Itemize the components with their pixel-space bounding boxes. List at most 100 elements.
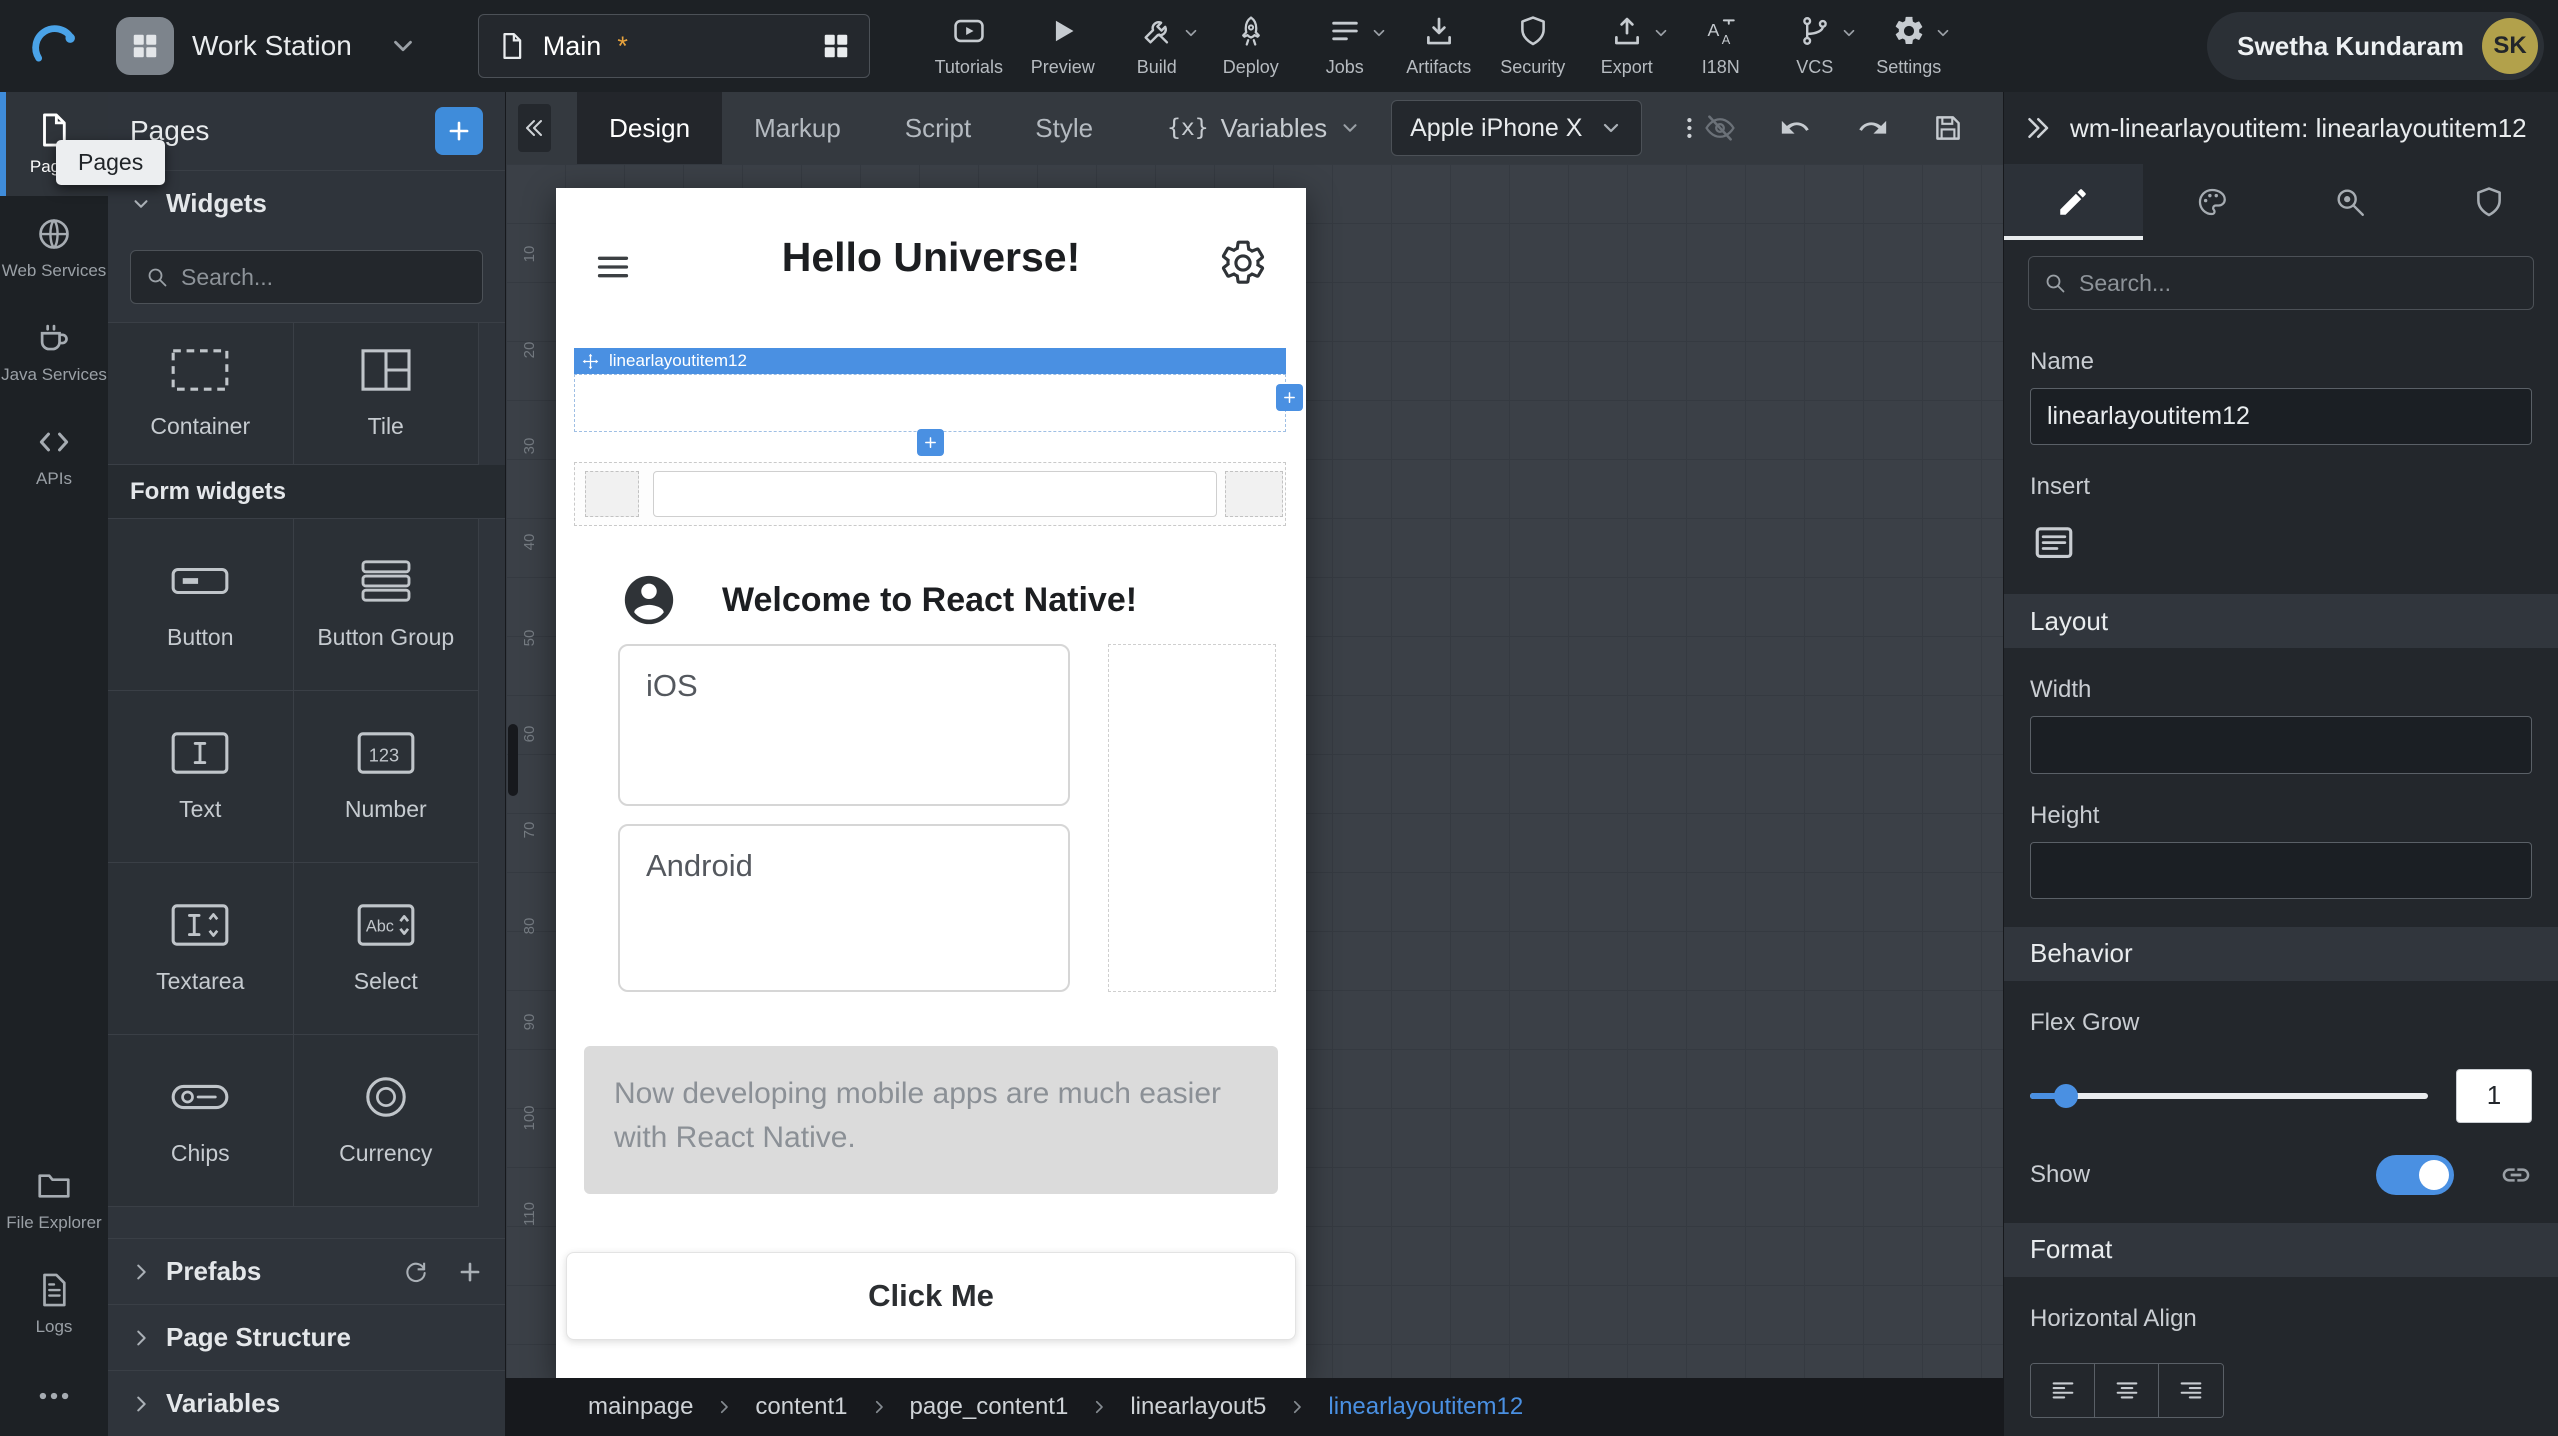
action-export[interactable]: Export <box>1580 0 1674 92</box>
more-menu-icon[interactable] <box>1676 111 1703 145</box>
project-switcher[interactable]: Work Station <box>108 17 444 75</box>
add-page-button[interactable] <box>435 107 483 155</box>
widget-tile[interactable]: Tile <box>294 323 480 465</box>
flex-grow-value[interactable]: 1 <box>2456 1069 2532 1123</box>
tab-properties[interactable] <box>2004 164 2143 240</box>
action-jobs[interactable]: Jobs <box>1298 0 1392 92</box>
action-deploy[interactable]: Deploy <box>1204 0 1298 92</box>
page-structure-accordion[interactable]: Page Structure <box>108 1304 505 1370</box>
action-label: Settings <box>1876 57 1941 78</box>
device-select[interactable]: Apple iPhone X <box>1391 100 1642 156</box>
widget-currency[interactable]: Currency <box>294 1035 480 1207</box>
app-logo[interactable] <box>0 19 108 73</box>
plus-icon[interactable] <box>457 1259 483 1285</box>
tab-security[interactable] <box>2420 164 2558 240</box>
click-me-button[interactable]: Click Me <box>566 1252 1296 1340</box>
app-settings-gear-icon[interactable] <box>1218 238 1268 288</box>
variables-accordion[interactable]: Variables <box>108 1370 505 1436</box>
slider-thumb[interactable] <box>2054 1084 2078 1108</box>
name-input[interactable] <box>2030 388 2532 445</box>
sidebar-item-file-explorer[interactable]: File Explorer <box>0 1148 108 1252</box>
breadcrumb-linearlayout5[interactable]: linearlayout5 <box>1130 1393 1266 1421</box>
breadcrumb-content1[interactable]: content1 <box>755 1393 847 1421</box>
add-widget-center-button[interactable] <box>917 429 944 456</box>
tab-script[interactable]: Script <box>873 92 1003 164</box>
layout-cell-input[interactable] <box>653 471 1217 517</box>
prefabs-accordion[interactable]: Prefabs <box>108 1238 505 1304</box>
widget-select[interactable]: Select <box>294 863 480 1035</box>
tab-markup[interactable]: Markup <box>722 92 873 164</box>
redo-icon[interactable] <box>1855 111 1889 145</box>
pages-grid-icon[interactable] <box>821 31 851 61</box>
action-tutorials[interactable]: Tutorials <box>922 0 1016 92</box>
undo-icon[interactable] <box>1779 111 1813 145</box>
action-i18n[interactable]: I18N <box>1674 0 1768 92</box>
layout-cell-left[interactable] <box>585 471 639 517</box>
action-security[interactable]: Security <box>1486 0 1580 92</box>
widget-text[interactable]: Text <box>108 691 294 863</box>
save-icon[interactable] <box>1931 111 1965 145</box>
expand-panel-icon[interactable] <box>2022 113 2052 143</box>
chevron-right-icon <box>130 1261 152 1283</box>
sidebar-item-web-services[interactable]: Web Services <box>0 196 108 300</box>
variables-button[interactable]: {x} Variables <box>1167 113 1361 144</box>
flex-grow-slider[interactable] <box>2030 1093 2428 1099</box>
widgets-accordion[interactable]: Widgets <box>108 170 505 236</box>
show-toggle[interactable] <box>2376 1155 2454 1195</box>
action-artifacts[interactable]: Artifacts <box>1392 0 1486 92</box>
user-menu[interactable]: Swetha Kundaram SK <box>2207 12 2544 80</box>
widget-textarea[interactable]: Textarea <box>108 863 294 1035</box>
width-input[interactable] <box>2030 716 2532 773</box>
properties-search-input[interactable] <box>2079 270 2519 297</box>
widget-search-input[interactable] <box>181 264 468 291</box>
user-name: Swetha Kundaram <box>2237 31 2464 62</box>
ios-card[interactable]: iOS <box>618 644 1070 806</box>
widget-button[interactable]: Button <box>108 519 294 691</box>
align-left-button[interactable] <box>2031 1364 2095 1418</box>
selected-widget-handle[interactable]: linearlayoutitem12 <box>574 348 1286 374</box>
selected-widget-region[interactable] <box>574 374 1286 432</box>
widget-search-box[interactable] <box>130 250 483 304</box>
align-center-button[interactable] <box>2095 1364 2159 1418</box>
tab-style[interactable]: Style <box>1003 92 1125 164</box>
add-widget-right-button[interactable] <box>1276 384 1303 411</box>
sidebar-item-logs[interactable]: Logs <box>0 1252 108 1356</box>
tab-events[interactable] <box>2281 164 2420 240</box>
height-input[interactable] <box>2030 842 2532 899</box>
insert-icon[interactable] <box>2030 519 2078 566</box>
align-right-button[interactable] <box>2159 1364 2223 1418</box>
action-vcs[interactable]: VCS <box>1768 0 1862 92</box>
breadcrumb-mainpage[interactable]: mainpage <box>588 1393 693 1421</box>
translate-icon <box>1704 14 1738 48</box>
sidebar-item-more[interactable] <box>0 1356 108 1436</box>
sidebar-item-apis[interactable]: APIs <box>0 404 108 508</box>
layout-row[interactable] <box>574 462 1286 526</box>
note-panel[interactable]: Now developing mobile apps are much easi… <box>584 1046 1278 1194</box>
action-label: Jobs <box>1326 57 1364 78</box>
text-cursor-icon <box>169 730 231 776</box>
android-card[interactable]: Android <box>618 824 1070 992</box>
bind-link-icon[interactable] <box>2500 1159 2532 1191</box>
breadcrumb-page-content1[interactable]: page_content1 <box>910 1393 1069 1421</box>
empty-layout-column[interactable] <box>1108 644 1276 992</box>
page-selector[interactable]: Main * <box>478 14 870 78</box>
widget-container[interactable]: Container <box>108 323 294 465</box>
collapse-panel-button[interactable] <box>518 104 551 152</box>
refresh-icon[interactable] <box>403 1259 429 1285</box>
action-build[interactable]: Build <box>1110 0 1204 92</box>
tab-design[interactable]: Design <box>577 92 722 164</box>
action-settings[interactable]: Settings <box>1862 0 1956 92</box>
breadcrumb-linearlayoutitem12[interactable]: linearlayoutitem12 <box>1328 1393 1523 1421</box>
layout-cell-right[interactable] <box>1225 471 1283 517</box>
widget-label: Select <box>354 968 418 995</box>
widget-number[interactable]: Number <box>294 691 480 863</box>
tab-styles[interactable] <box>2143 164 2282 240</box>
panel-resize-handle[interactable] <box>508 724 518 796</box>
widget-chips[interactable]: Chips <box>108 1035 294 1207</box>
welcome-widget[interactable]: Welcome to React Native! <box>556 554 1306 646</box>
properties-search-box[interactable] <box>2028 256 2534 310</box>
preview-visibility-icon[interactable] <box>1703 111 1737 145</box>
action-preview[interactable]: Preview <box>1016 0 1110 92</box>
widget-button-group[interactable]: Button Group <box>294 519 480 691</box>
sidebar-item-java-services[interactable]: Java Services <box>0 300 108 404</box>
